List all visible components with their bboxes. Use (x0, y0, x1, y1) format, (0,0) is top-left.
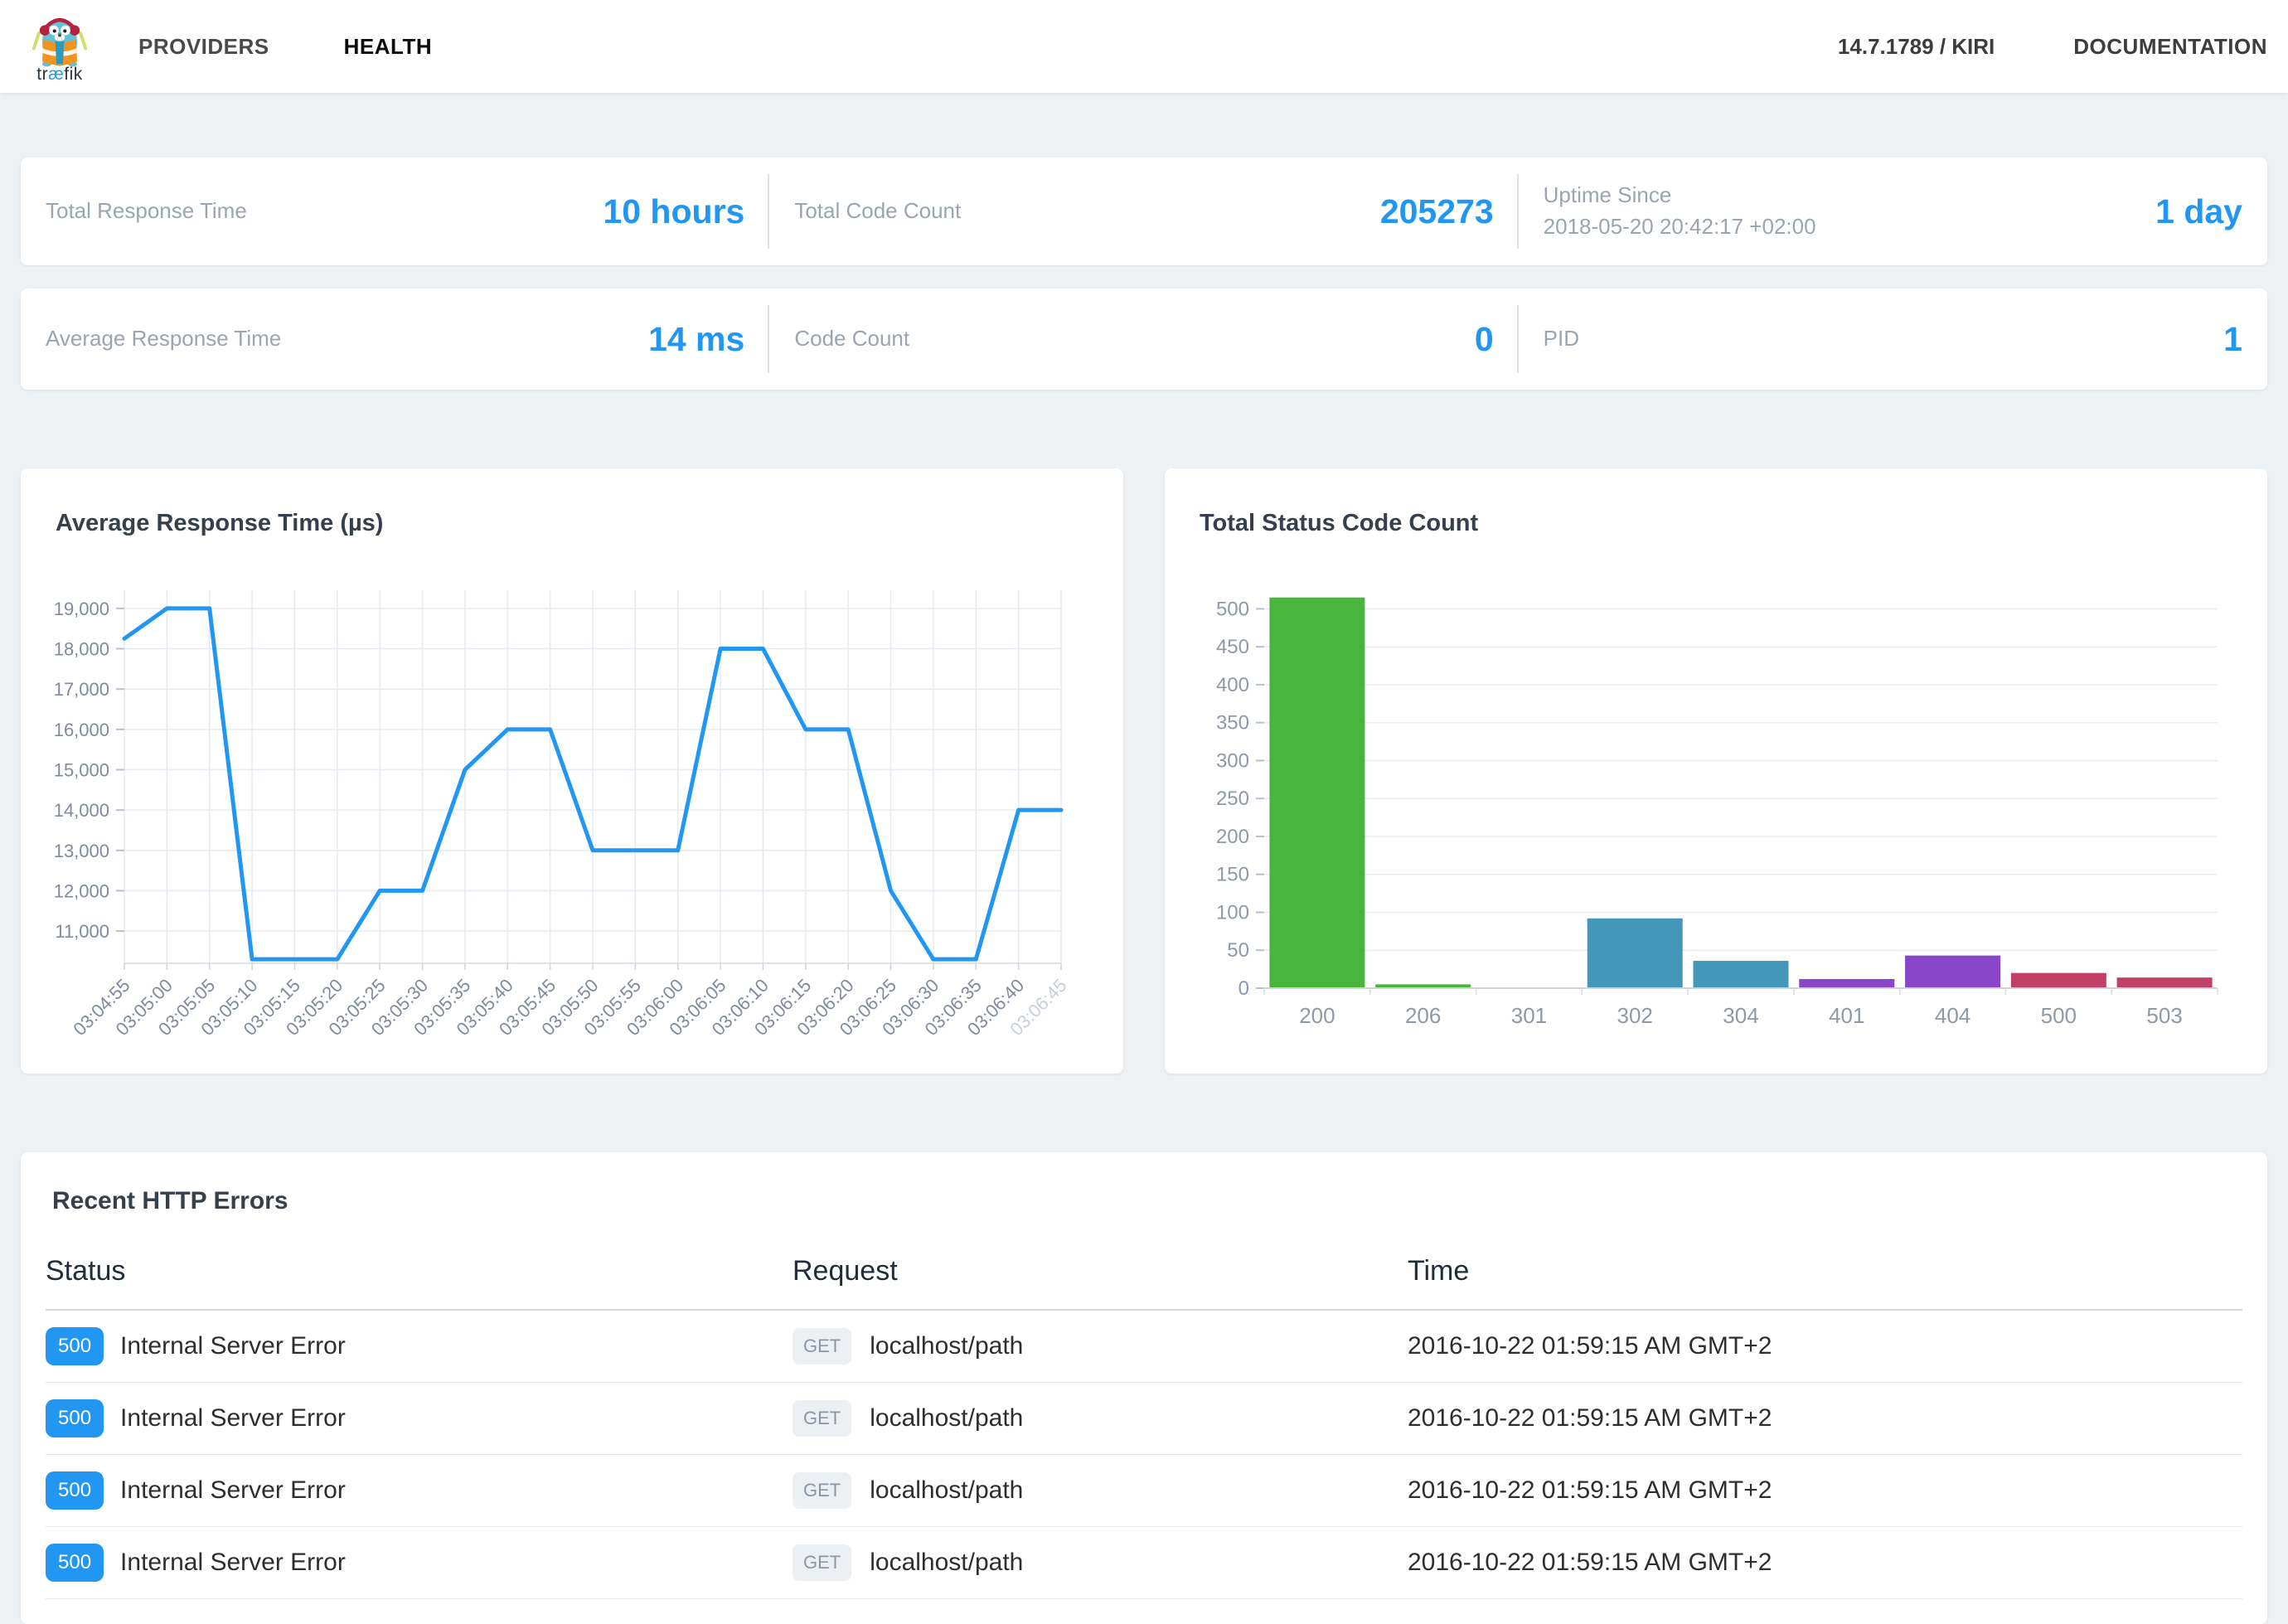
svg-text:0: 0 (1239, 977, 1249, 1000)
stats-row-totals: Total Response Time 10 hours Total Code … (21, 158, 2267, 265)
stat-value: 1 day (2155, 192, 2242, 231)
svg-text:15,000: 15,000 (54, 759, 109, 780)
http-errors-table: Status Request Time 500 Internal Server E… (46, 1243, 2242, 1599)
stat-code-count: Code Count 0 (769, 288, 1518, 390)
svg-text:304: 304 (1723, 1003, 1758, 1028)
stat-label: Total Response Time (46, 196, 247, 227)
svg-text:250: 250 (1216, 788, 1249, 810)
request-path: localhost/path (870, 1549, 1023, 1577)
method-badge: GET (793, 1328, 851, 1365)
charts-row: Average Response Time (µs) 11,00012,0001… (21, 468, 2267, 1074)
column-header-status: Status (46, 1243, 793, 1310)
documentation-link[interactable]: DOCUMENTATION (2073, 34, 2267, 60)
svg-text:100: 100 (1216, 901, 1249, 923)
stat-label: PID (1544, 323, 1579, 355)
error-time: 2016-10-22 01:59:15 AM GMT+2 (1408, 1310, 2242, 1383)
svg-text:450: 450 (1216, 636, 1249, 658)
traefik-logo[interactable]: træfik (27, 8, 92, 85)
traefik-wordmark: træfik (36, 65, 83, 85)
svg-text:200: 200 (1216, 826, 1249, 848)
svg-text:350: 350 (1216, 712, 1249, 734)
svg-text:16,000: 16,000 (54, 720, 109, 740)
stat-value: 1 (2223, 320, 2242, 359)
svg-text:12,000: 12,000 (54, 880, 109, 901)
svg-text:14,000: 14,000 (54, 800, 109, 821)
stat-label: Average Response Time (46, 323, 281, 355)
status-code-badge: 500 (46, 1544, 104, 1582)
stat-label: Total Code Count (794, 196, 961, 227)
table-row: 500 Internal Server Error GET localhost/pa… (46, 1455, 2242, 1527)
table-row: 500 Internal Server Error GET localhost/pa… (46, 1383, 2242, 1455)
svg-text:500: 500 (1216, 598, 1249, 620)
method-badge: GET (793, 1400, 851, 1437)
stat-average-response-time: Average Response Time 14 ms (21, 288, 769, 390)
svg-text:400: 400 (1216, 674, 1249, 696)
version-label: 14.7.1789 / KIRI (1838, 34, 1995, 60)
svg-text:13,000: 13,000 (54, 841, 109, 861)
svg-text:50: 50 (1227, 939, 1249, 962)
navbar: træfik PROVIDERS HEALTH 14.7.1789 / KIRI… (0, 0, 2288, 93)
svg-text:301: 301 (1511, 1003, 1547, 1028)
stat-value: 205273 (1380, 192, 1494, 231)
stat-label: Uptime Since 2018-05-20 20:42:17 +02:00 (1544, 180, 1816, 242)
svg-text:404: 404 (1935, 1003, 1970, 1028)
stat-label: Code Count (794, 323, 909, 355)
nav-links: PROVIDERS HEALTH (138, 34, 432, 60)
uptime-timestamp: 2018-05-20 20:42:17 +02:00 (1544, 214, 1816, 239)
svg-text:300: 300 (1216, 749, 1249, 772)
table-header-row: Status Request Time (46, 1243, 2242, 1310)
avg-response-time-title: Average Response Time (µs) (56, 510, 1098, 537)
stat-value: 14 ms (648, 320, 744, 359)
stat-pid: PID 1 (1519, 288, 2267, 390)
status-code-badge: 500 (46, 1327, 104, 1365)
nav-item-health[interactable]: HEALTH (344, 34, 433, 60)
avg-response-time-card: Average Response Time (µs) 11,00012,0001… (21, 468, 1123, 1074)
error-time: 2016-10-22 01:59:15 AM GMT+2 (1408, 1527, 2242, 1599)
stats-row-current: Average Response Time 14 ms Code Count 0… (21, 288, 2267, 390)
nav-item-providers[interactable]: PROVIDERS (138, 34, 269, 60)
svg-text:19,000: 19,000 (54, 599, 109, 619)
column-header-time: Time (1408, 1243, 2242, 1310)
request-path: localhost/path (870, 1476, 1023, 1505)
svg-text:200: 200 (1299, 1003, 1335, 1028)
avg-response-time-chart: 11,000 12,000 13,000 14,000 15,000 16,000 17,0… (46, 557, 1098, 1074)
table-row: 500 Internal Server Error GET localhost/pa… (46, 1527, 2242, 1599)
recent-http-errors-card: Recent HTTP Errors Status Request Time 5… (21, 1152, 2267, 1624)
status-text: Internal Server Error (120, 1549, 346, 1577)
error-time: 2016-10-22 01:59:15 AM GMT+2 (1408, 1383, 2242, 1455)
svg-text:302: 302 (1617, 1003, 1653, 1028)
svg-text:11,000: 11,000 (55, 921, 109, 942)
error-time: 2016-10-22 01:59:15 AM GMT+2 (1408, 1455, 2242, 1527)
status-code-count-chart: 0 50 100 150 200 250 300 350 400 450 500 200 206 301 3… (1190, 557, 2242, 1042)
stat-uptime-since: Uptime Since 2018-05-20 20:42:17 +02:00 … (1519, 158, 2267, 265)
status-code-badge: 500 (46, 1399, 104, 1437)
request-path: localhost/path (870, 1404, 1023, 1433)
svg-text:17,000: 17,000 (54, 679, 109, 700)
svg-text:503: 503 (2146, 1003, 2182, 1028)
status-text: Internal Server Error (120, 1476, 346, 1505)
method-badge: GET (793, 1472, 851, 1509)
stat-total-response-time: Total Response Time 10 hours (21, 158, 769, 265)
stat-value: 0 (1475, 320, 1494, 359)
svg-text:500: 500 (2041, 1003, 2077, 1028)
recent-http-errors-title: Recent HTTP Errors (52, 1187, 2242, 1215)
svg-text:150: 150 (1216, 864, 1249, 886)
svg-text:401: 401 (1829, 1003, 1864, 1028)
method-badge: GET (793, 1544, 851, 1581)
status-text: Internal Server Error (120, 1404, 346, 1433)
status-text: Internal Server Error (120, 1332, 346, 1360)
status-code-badge: 500 (46, 1471, 104, 1510)
svg-text:206: 206 (1405, 1003, 1441, 1028)
traefik-gopher-icon (27, 8, 92, 68)
status-code-count-card: Total Status Code Count 0 50 100 150 200 250 3… (1165, 468, 2267, 1074)
stat-value: 10 hours (603, 192, 744, 231)
column-header-request: Request (793, 1243, 1408, 1310)
table-row: 500 Internal Server Error GET localhost/pa… (46, 1310, 2242, 1383)
svg-text:18,000: 18,000 (54, 639, 109, 660)
status-code-count-title: Total Status Code Count (1200, 510, 2242, 537)
request-path: localhost/path (870, 1332, 1023, 1360)
health-dashboard-page: træfik PROVIDERS HEALTH 14.7.1789 / KIRI… (0, 0, 2288, 1624)
stat-total-code-count: Total Code Count 205273 (769, 158, 1518, 265)
